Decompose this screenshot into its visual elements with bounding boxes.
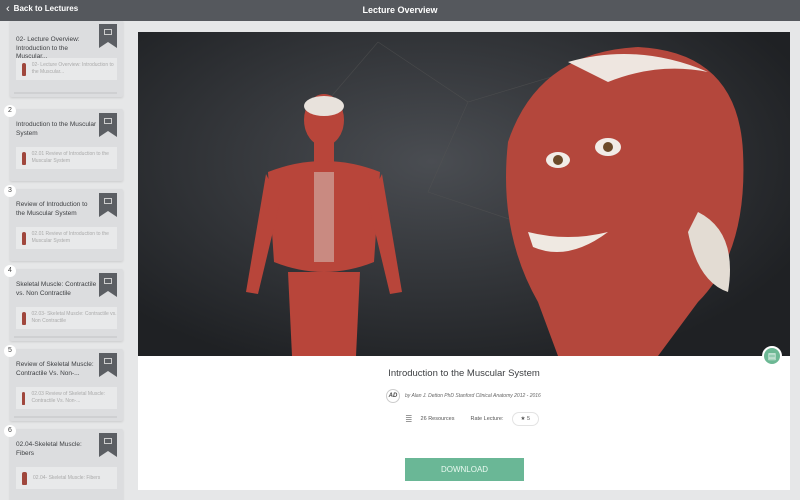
lecture-item[interactable]: 3 Review of Introduction to the Muscular … xyxy=(4,185,123,261)
lecture-item[interactable]: 02- Lecture Overview: Introduction to th… xyxy=(8,21,123,97)
anatomy-thumbnail xyxy=(22,311,26,325)
anatomy-thumbnail xyxy=(22,231,26,245)
author-info: AD by Alan J. Detton PhD Stanford Clinic… xyxy=(386,389,541,403)
lecture-item[interactable]: 6 02.04-Skeletal Muscle: Fibers 02.04- Ske… xyxy=(4,425,123,500)
anatomy-thumbnail xyxy=(22,471,27,485)
author-name: by Alan J. Detton PhD Stanford Clinical … xyxy=(405,393,541,399)
lecture-video-item[interactable]: 02.01 Review of Introduction to the Musc… xyxy=(16,147,117,169)
resources-count[interactable]: 26 Resources xyxy=(421,416,455,422)
lecture-video-item[interactable]: 02.03 Review of Skeletal Muscle: Contrac… xyxy=(16,387,117,409)
page-title: Lecture Overview xyxy=(362,5,438,15)
lecture-hero-image xyxy=(138,32,790,356)
muscular-system-illustration xyxy=(246,41,744,356)
anatomy-thumbnail xyxy=(22,391,26,405)
lecture-video-item[interactable]: 02.01 Review of Introduction to the Musc… xyxy=(16,227,117,249)
lecture-video-item[interactable]: 02.03- Skeletal Muscle: Contractile vs. … xyxy=(16,307,117,329)
resources-icon: ≣ xyxy=(405,413,413,424)
author-avatar: AD xyxy=(386,389,400,403)
lecture-overview-card: ▤ Introduction to the Muscular System AD… xyxy=(138,32,790,490)
lecture-item[interactable]: 4 Skeletal Muscle: Contractile vs. Non Co… xyxy=(4,265,123,341)
rate-label: Rate Lecture: xyxy=(470,416,504,422)
lecture-list[interactable]: 02- Lecture Overview: Introduction to th… xyxy=(0,21,130,500)
lecture-item[interactable]: 2 Introduction to the Muscular System 02.0… xyxy=(4,105,123,181)
lecture-title: Introduction to the Muscular System xyxy=(388,368,540,379)
rating-button[interactable]: ★ 5 xyxy=(511,412,540,426)
anatomy-thumbnail xyxy=(22,151,26,165)
lecture-video-item[interactable]: 02- Lecture Overview: Introduction to th… xyxy=(16,58,117,80)
lecture-item[interactable]: 5 Review of Skeletal Muscle: Contractile … xyxy=(4,345,123,421)
lecture-video-item[interactable]: 02.04- Skeletal Muscle: Fibers xyxy=(16,467,117,489)
document-icon[interactable]: ▤ xyxy=(762,346,782,366)
download-button[interactable]: DOWNLOAD xyxy=(405,458,524,481)
anatomy-thumbnail xyxy=(22,62,26,76)
lecture-meta: ≣ 26 Resources Rate Lecture: ★ 5 xyxy=(405,412,540,426)
top-bar: ‹ Back to Lectures Lecture Overview xyxy=(0,0,800,21)
